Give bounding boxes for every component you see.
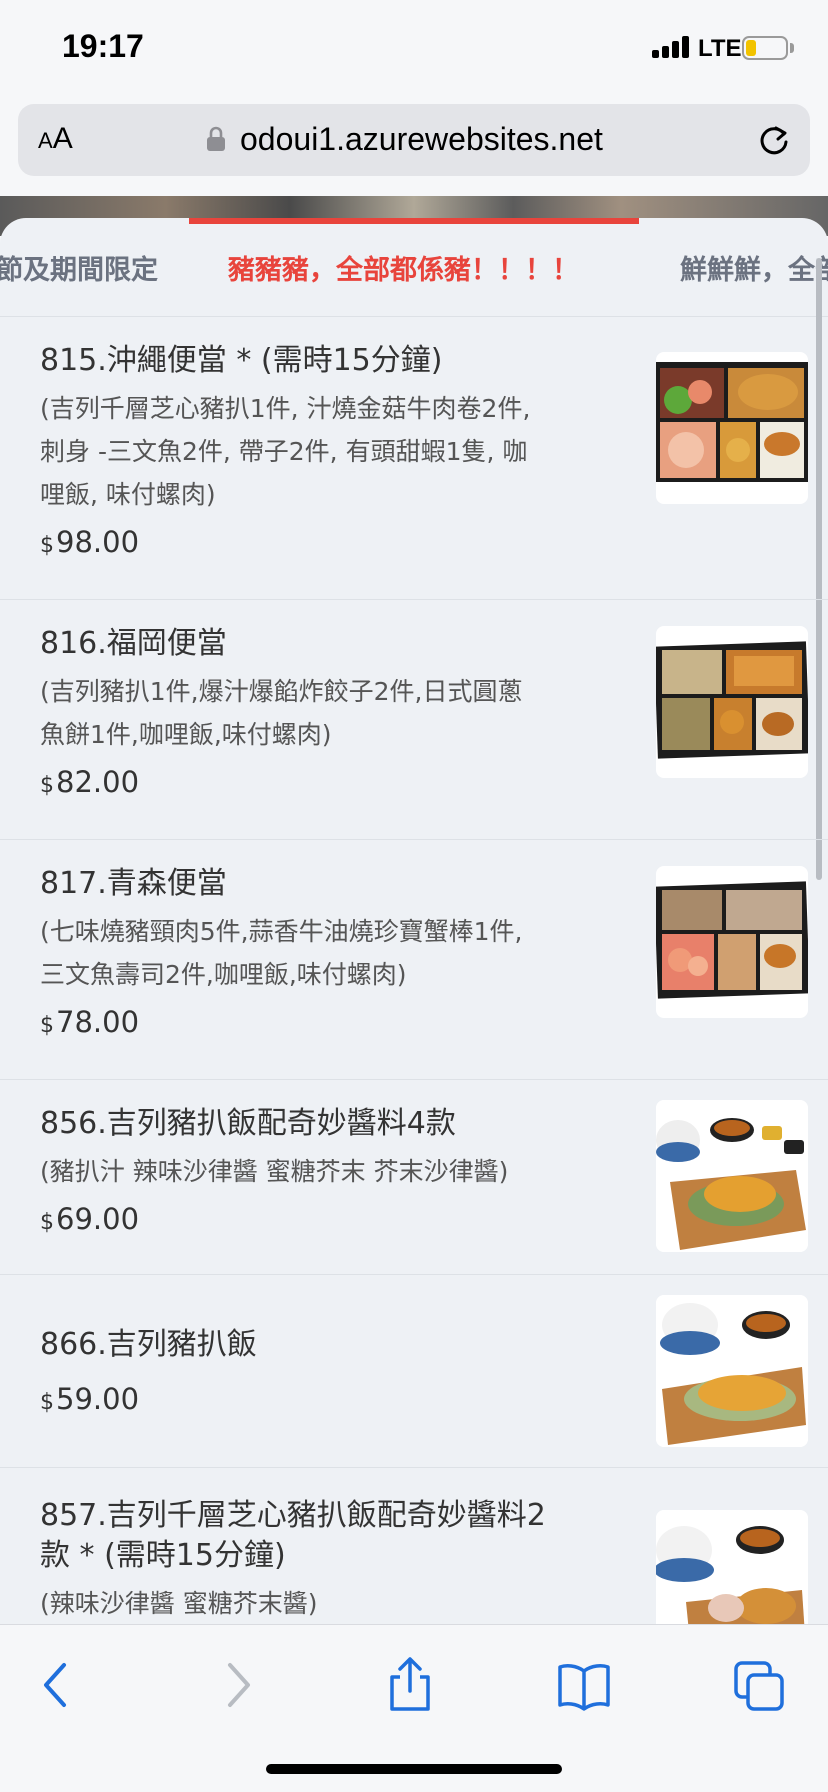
clock: 19:17 xyxy=(62,28,144,64)
home-indicator xyxy=(266,1764,562,1774)
item-description: (豬扒汁 辣味沙律醬 蜜糖芥末 芥末沙律醬) xyxy=(40,1157,509,1186)
status-bar: 19:17 LTE xyxy=(0,0,828,100)
item-price: $82.00 xyxy=(40,765,140,799)
share-icon[interactable] xyxy=(380,1655,440,1715)
url-text[interactable]: odoui1.azurewebsites.net xyxy=(240,121,603,158)
item-price: $69.00 xyxy=(40,1202,140,1236)
item-image[interactable] xyxy=(656,626,808,778)
tab-fresh[interactable]: 鮮鮮鮮，全部 xyxy=(680,248,828,287)
reload-icon[interactable] xyxy=(756,122,792,158)
tab-pork[interactable]: 豬豬豬，全部都係豬！！！！ xyxy=(228,248,579,287)
text-size-button[interactable]: AA xyxy=(38,122,73,156)
item-description: (吉列千層芝心豬扒1件, 汁燒金菇牛肉卷2件, 刺身 -三文魚2件, 帶子2件, … xyxy=(40,394,531,509)
menu-item[interactable]: 866.吉列豬扒飯 $59.00 xyxy=(0,1275,828,1468)
item-name: 815.沖繩便當 * (需時15分鐘) xyxy=(40,343,443,378)
item-name: 817.青森便當 xyxy=(40,866,227,901)
item-image[interactable] xyxy=(656,866,808,1018)
menu-item[interactable]: 817.青森便當 (七味燒豬頸肉5件,蒜香牛油燒珍寶蟹棒1件, 三文魚壽司2件,咖… xyxy=(0,840,828,1080)
item-name: 866.吉列豬扒飯 xyxy=(40,1327,257,1362)
item-description: (辣味沙律醬 蜜糖芥末醬) xyxy=(40,1589,318,1618)
menu-item[interactable]: 856.吉列豬扒飯配奇妙醬料4款 (豬扒汁 辣味沙律醬 蜜糖芥末 芥末沙律醬) … xyxy=(0,1080,828,1275)
tabs-icon[interactable] xyxy=(730,1655,790,1715)
item-name: 816.福岡便當 xyxy=(40,626,227,661)
item-image[interactable] xyxy=(656,352,808,504)
bookmarks-icon[interactable] xyxy=(554,1655,614,1715)
lock-icon xyxy=(207,126,225,151)
item-price: $59.00 xyxy=(40,1382,140,1416)
menu-item[interactable]: 857.吉列千層芝心豬扒飯配奇妙醬料2 款 * (需時15分鐘) (辣味沙律醬 蜜… xyxy=(0,1468,828,1624)
item-image[interactable] xyxy=(656,1100,808,1252)
category-tabs: 節及期間限定 豬豬豬，全部都係豬！！！！ 鮮鮮鮮，全部 xyxy=(0,248,828,288)
menu-item[interactable]: 816.福岡便當 (吉列豬扒1件,爆汁爆餡炸餃子2件,日式圓蔥 魚餅1件,咖哩飯,… xyxy=(0,600,828,840)
menu-sheet: 節及期間限定 豬豬豬，全部都係豬！！！！ 鮮鮮鮮，全部 815.沖繩便當 * (… xyxy=(0,218,828,1624)
item-image[interactable] xyxy=(656,1295,808,1447)
active-tab-indicator xyxy=(189,218,639,224)
battery-icon xyxy=(742,36,788,60)
tab-seasonal[interactable]: 節及期間限定 xyxy=(0,248,158,287)
battery-cap xyxy=(790,43,794,53)
item-price: $98.00 xyxy=(40,525,140,559)
item-image[interactable] xyxy=(656,1510,808,1624)
item-name: 857.吉列千層芝心豬扒飯配奇妙醬料2 款 * (需時15分鐘) xyxy=(40,1498,546,1573)
item-description: (吉列豬扒1件,爆汁爆餡炸餃子2件,日式圓蔥 魚餅1件,咖哩飯,味付螺肉) xyxy=(40,677,523,749)
address-bar[interactable]: AA odoui1.azurewebsites.net xyxy=(18,104,810,176)
menu-item[interactable]: 815.沖繩便當 * (需時15分鐘) (吉列千層芝心豬扒1件, 汁燒金菇牛肉卷… xyxy=(0,317,828,600)
network-label: LTE xyxy=(698,35,742,62)
forward-icon[interactable] xyxy=(206,1655,266,1715)
item-name: 856.吉列豬扒飯配奇妙醬料4款 xyxy=(40,1106,456,1141)
item-description: (七味燒豬頸肉5件,蒜香牛油燒珍寶蟹棒1件, 三文魚壽司2件,咖哩飯,味付螺肉) xyxy=(40,917,523,989)
item-price: $78.00 xyxy=(40,1005,140,1039)
back-icon[interactable] xyxy=(28,1655,88,1715)
